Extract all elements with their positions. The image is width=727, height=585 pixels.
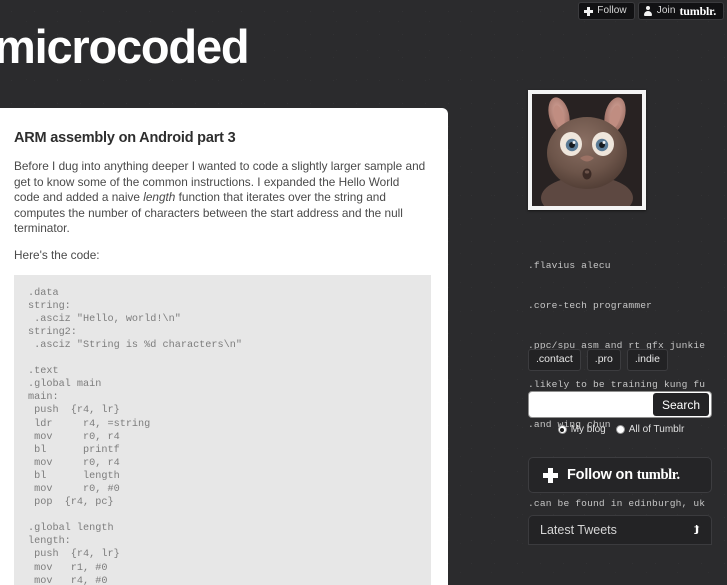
nav-button-pro[interactable]: .pro xyxy=(586,349,621,371)
search-scope-my-blog-label: My blog xyxy=(570,424,606,435)
post-body: Before I dug into anything deeper I want… xyxy=(14,159,428,264)
code-block: .data string: .asciz "Hello, world!\n" s… xyxy=(14,274,431,585)
plus-icon xyxy=(543,467,558,483)
tumblr-wordmark: tumblr. xyxy=(636,466,680,483)
paragraph-emphasis: length xyxy=(143,190,176,205)
plus-icon xyxy=(584,6,594,16)
follow-on-tumblr-label: Follow on tumblr. xyxy=(567,467,680,484)
bio-line: .core-tech programmer xyxy=(528,300,653,312)
blog-title[interactable]: microcoded xyxy=(0,23,250,70)
post-panel: ARM assembly on Android part 3 Before I … xyxy=(0,108,448,585)
search-button[interactable]: Search xyxy=(652,393,709,416)
search-input[interactable] xyxy=(529,392,653,417)
tumblr-follow-label: Follow xyxy=(597,5,627,16)
nav-buttons: .contact .pro .indie xyxy=(528,349,668,371)
search-scope-all-tumblr-label: All of Tumblr xyxy=(628,424,685,435)
bio-line: .flavius alecu xyxy=(528,260,611,272)
tumblr-topbar: Follow Join tumblr. xyxy=(578,0,727,21)
tumblr-follow-button[interactable]: Follow xyxy=(578,2,635,20)
latest-tweets-title: Latest Tweets xyxy=(540,523,617,537)
post-title[interactable]: ARM assembly on Android part 3 xyxy=(14,130,428,146)
post-paragraph-1: Before I dug into anything deeper I want… xyxy=(14,159,428,237)
latest-tweets-panel: Latest Tweets t xyxy=(528,515,712,545)
search-scope-all-tumblr[interactable]: All of Tumblr xyxy=(615,424,685,435)
person-icon xyxy=(644,6,653,16)
follow-on-tumblr-button[interactable]: Follow on tumblr. xyxy=(528,457,712,493)
post-paragraph-2: Here's the code: xyxy=(14,247,100,262)
avatar-artwork xyxy=(532,95,642,206)
bio-line: .likely to be training kung fu xyxy=(528,379,706,391)
avatar-image xyxy=(532,94,642,206)
radio-unselected-icon[interactable] xyxy=(615,425,625,434)
search-scope-options: My blog All of Tumblr xyxy=(528,424,714,435)
bio-line: .can be found in edinburgh, uk xyxy=(528,498,706,510)
avatar[interactable] xyxy=(528,90,646,210)
nav-button-contact[interactable]: .contact xyxy=(528,349,581,371)
sidebar: .flavius alecu .core-tech programmer .pp… xyxy=(528,0,727,545)
twitter-bird-icon[interactable]: t xyxy=(694,521,699,538)
tumblr-wordmark: tumblr. xyxy=(679,4,717,18)
tumblr-join-label: Join xyxy=(656,5,676,16)
radio-selected-icon[interactable] xyxy=(557,425,567,434)
search-scope-my-blog[interactable]: My blog xyxy=(557,424,606,435)
follow-prefix: Follow on xyxy=(567,466,637,483)
nav-button-indie[interactable]: .indie xyxy=(626,349,668,371)
search-bar: Search xyxy=(528,391,712,418)
tumblr-join-button[interactable]: Join tumblr. xyxy=(637,2,724,20)
